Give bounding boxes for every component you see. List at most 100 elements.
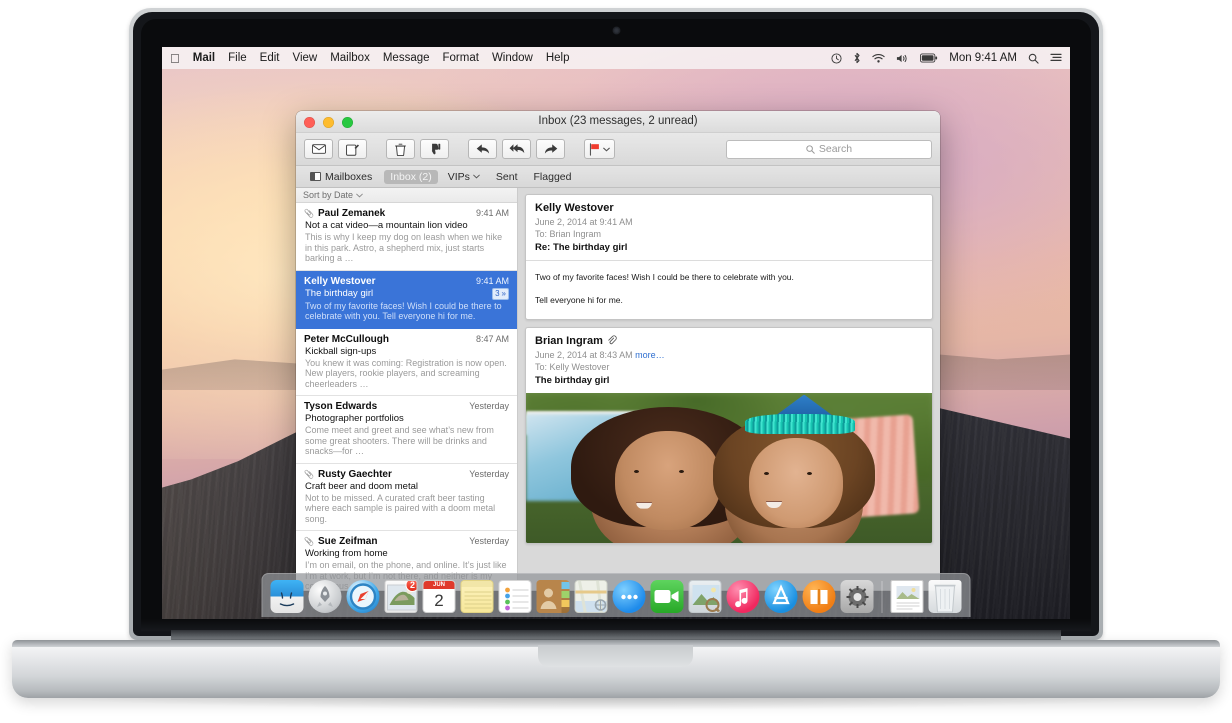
menu-item-mailbox[interactable]: Mailbox xyxy=(330,52,370,64)
message-bubble-bottom[interactable]: Brian Ingram June 2, 2014 at 8:43 AM mor… xyxy=(525,326,933,544)
sidebar-item-mailboxes[interactable]: Mailboxes xyxy=(304,170,378,184)
dock-item-trash[interactable] xyxy=(928,580,962,613)
forward-button[interactable] xyxy=(536,139,565,159)
menu-item-help[interactable]: Help xyxy=(546,52,570,64)
dock-item-messages[interactable] xyxy=(612,580,646,613)
wifi-icon[interactable] xyxy=(872,53,885,64)
bluetooth-icon[interactable] xyxy=(853,52,861,64)
photo-woman-eye-right xyxy=(678,470,684,474)
thread-count-value: 3 xyxy=(495,288,500,298)
message-date: 9:41 AM xyxy=(475,275,509,286)
message-preview: Not to be missed. A curated craft beer t… xyxy=(305,492,496,524)
chevron-down-icon xyxy=(473,174,480,179)
dock-item-finder[interactable] xyxy=(270,580,304,613)
junk-button[interactable] xyxy=(420,139,449,159)
tab-vips[interactable]: VIPs xyxy=(442,170,486,184)
message-row-sender: 📎 Paul Zemanek 9:41 AM xyxy=(304,208,509,219)
get-mail-button[interactable] xyxy=(304,139,333,159)
volume-icon[interactable] xyxy=(896,53,909,64)
dock-item-photos[interactable] xyxy=(688,580,722,613)
menu-bar-clock[interactable]: Mon 9:41 AM xyxy=(949,52,1017,64)
mail-window: Inbox (23 messages, 2 unread) Search Mai… xyxy=(296,111,940,591)
message-date: June 2, 2014 at 8:43 AM more… xyxy=(535,350,923,360)
sidebar-toggle-icon xyxy=(310,172,321,181)
compose-icon xyxy=(346,143,359,156)
message-bubble-top[interactable]: Kelly Westover June 2, 2014 at 9:41 AM T… xyxy=(525,194,933,320)
delete-button[interactable] xyxy=(386,139,415,159)
dock-badge: 2 xyxy=(405,581,417,592)
message-date: June 2, 2014 at 9:41 AM xyxy=(535,217,633,227)
sort-control[interactable]: Sort by Date xyxy=(296,188,517,203)
dock-item-notes[interactable] xyxy=(460,580,494,613)
inbox-label: Inbox (2) xyxy=(390,170,432,183)
message-sender: Paul Zemanek xyxy=(317,208,386,219)
message-list-items: 📎 Paul Zemanek 9:41 AM Not a cat video—a mo… xyxy=(296,203,517,591)
thread-count-badge[interactable]: 3» xyxy=(492,287,509,300)
search-input[interactable]: Search xyxy=(726,139,932,159)
message-subject-text: Photographer portfolios xyxy=(305,413,404,424)
sent-label: Sent xyxy=(495,170,518,183)
trash-icon xyxy=(395,143,406,156)
message-sender: Kelly Westover xyxy=(304,275,376,287)
reply-all-button[interactable] xyxy=(502,139,531,159)
thumbs-down-icon xyxy=(431,143,441,154)
message-row-sender: 📎 Sue Zeifman Yesterday xyxy=(304,536,509,547)
dock-item-ibooks[interactable] xyxy=(802,580,836,613)
dock-item-calendar[interactable]: JUN 2 xyxy=(422,580,456,613)
dock-item-mail[interactable]: 2 xyxy=(384,580,418,613)
menu-item-format[interactable]: Format xyxy=(443,52,479,64)
dock-item-reminders[interactable] xyxy=(498,580,532,613)
message-list-item[interactable]: 📎 Paul Zemanek 9:41 AM Not a cat video—a mo… xyxy=(296,203,517,271)
reply-button[interactable] xyxy=(468,139,497,159)
dock-item-contacts[interactable] xyxy=(536,580,570,613)
reply-icon xyxy=(476,144,489,154)
dock-item-maps[interactable] xyxy=(574,580,608,613)
dock-item-app-store[interactable] xyxy=(764,580,798,613)
dock-item-system-preferences[interactable] xyxy=(840,580,874,613)
paperclip-icon xyxy=(608,335,617,345)
message-list-item[interactable]: 📎 Rusty Gaechter Yesterday Craft beer and d… xyxy=(296,464,517,531)
message-list-item[interactable]: Tyson Edwards Yesterday Photographer portf… xyxy=(296,396,517,464)
message-subject: Working from home xyxy=(304,548,509,559)
dock-item-safari[interactable] xyxy=(346,580,380,613)
time-machine-icon[interactable] xyxy=(831,52,842,64)
vips-label: VIPs xyxy=(447,170,470,183)
calendar-month: JUN xyxy=(423,581,455,589)
spotlight-search-icon[interactable] xyxy=(1028,53,1039,64)
photo-woman-smile xyxy=(636,501,653,509)
flag-button[interactable] xyxy=(584,139,615,159)
menu-item-window[interactable]: Window xyxy=(492,52,533,64)
tab-flagged[interactable]: Flagged xyxy=(528,170,578,184)
menu-item-file[interactable]: File xyxy=(228,52,247,64)
menu-item-edit[interactable]: Edit xyxy=(260,52,280,64)
message-preview: Come meet and greet and see what’s new f… xyxy=(305,425,494,456)
dock-item-launchpad[interactable] xyxy=(308,580,342,613)
menu-item-view[interactable]: View xyxy=(292,52,317,64)
notification-center-icon[interactable] xyxy=(1050,53,1062,63)
apple-menu-icon[interactable]:  xyxy=(170,52,180,65)
sender-name-text: Brian Ingram xyxy=(535,334,603,347)
menu-item-mail[interactable]: Mail xyxy=(193,52,215,64)
screen:  Mail File Edit View Mailbox Message Fo… xyxy=(162,47,1070,619)
message-list-item[interactable]: Kelly Westover 9:41 AM The birthday girl 3»… xyxy=(296,270,517,329)
more-link[interactable]: more… xyxy=(635,350,665,360)
message-list-item[interactable]: Peter McCullough 8:47 AM Kickball sign-ups… xyxy=(296,329,517,396)
window-titlebar[interactable]: Inbox (23 messages, 2 unread) xyxy=(296,111,940,133)
photo-hat-tinsel xyxy=(745,414,855,434)
message-row-sender: 📎 Rusty Gaechter Yesterday xyxy=(304,469,509,480)
battery-icon[interactable] xyxy=(920,53,938,63)
dock-item-document[interactable] xyxy=(890,580,924,613)
photo-attachment[interactable] xyxy=(526,393,932,543)
message-subject-text: Not a cat video—a mountain lion video xyxy=(305,220,468,231)
message-subject: Re: The birthday girl xyxy=(535,242,628,253)
compose-button[interactable] xyxy=(338,139,367,159)
sort-label: Sort by Date xyxy=(303,190,354,200)
dock-item-facetime[interactable] xyxy=(650,580,684,613)
message-sender: Sue Zeifman xyxy=(317,536,378,547)
tab-sent[interactable]: Sent xyxy=(490,170,524,184)
menu-item-message[interactable]: Message xyxy=(383,52,430,64)
dock-item-itunes[interactable] xyxy=(726,580,760,613)
tab-inbox[interactable]: Inbox (2) xyxy=(384,169,438,184)
photo-girl-face xyxy=(749,438,843,528)
photo-girl-eye-left xyxy=(764,472,770,476)
